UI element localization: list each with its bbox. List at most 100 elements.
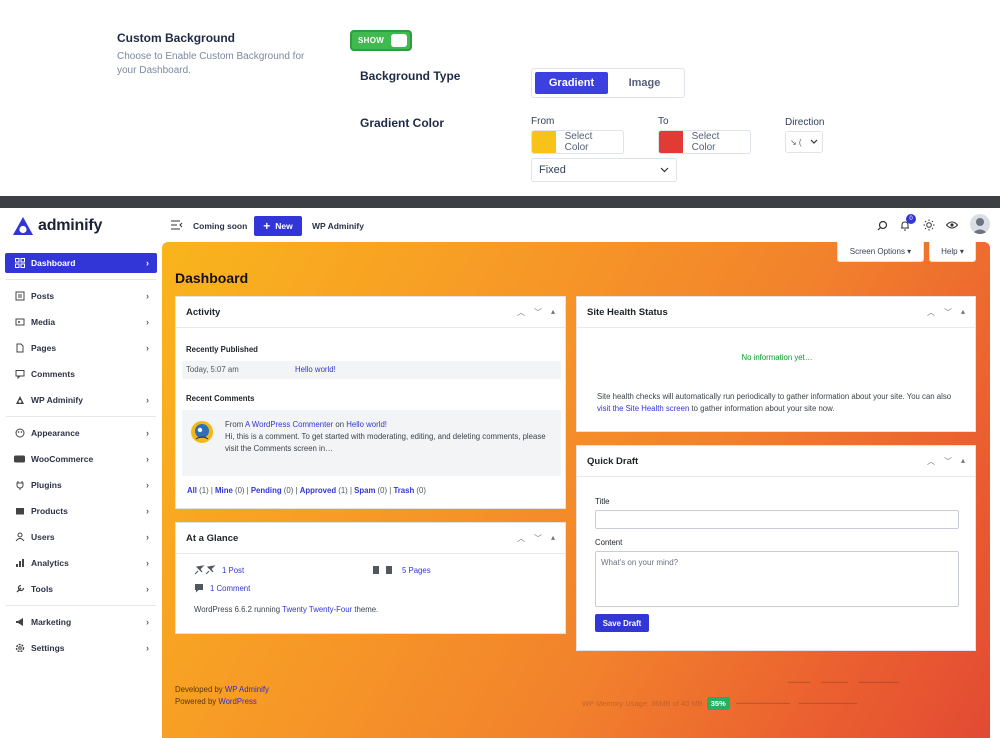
chevron-down-icon xyxy=(810,139,818,144)
sidebar-item-woocommerce[interactable]: WooCommerce › xyxy=(5,449,157,469)
sun-icon[interactable] xyxy=(922,218,936,232)
sidebar-item-posts[interactable]: Posts › xyxy=(5,286,157,306)
chevron-right-icon: › xyxy=(146,506,149,516)
comments-count[interactable]: 1 Comment xyxy=(194,583,250,593)
health-text-after: to gather information about your site no… xyxy=(691,404,835,413)
comment-author-link[interactable]: A WordPress Commenter xyxy=(245,420,333,429)
toggle-panel-icon[interactable]: ▴ xyxy=(961,456,965,467)
new-button[interactable]: + New xyxy=(254,216,302,236)
published-time: Today, 5:07 am xyxy=(186,365,239,374)
custom-background-title: Custom Background xyxy=(117,31,236,45)
filter-spam[interactable]: Spam xyxy=(354,486,375,495)
toggle-panel-icon[interactable]: ▴ xyxy=(961,307,965,318)
site-health-link[interactable]: visit the Site Health screen xyxy=(597,404,689,413)
move-up-icon[interactable]: ︿ xyxy=(517,533,525,544)
search-icon[interactable] xyxy=(875,218,889,232)
developer-link[interactable]: WP Adminify xyxy=(225,685,269,694)
sidebar-item-media[interactable]: Media › xyxy=(5,312,157,332)
products-icon xyxy=(14,506,25,517)
draft-content-textarea[interactable]: What's on your mind? xyxy=(595,551,959,607)
toggle-panel-icon[interactable]: ▴ xyxy=(551,307,555,318)
sidebar-item-label: Users xyxy=(31,532,55,542)
comment-post-link[interactable]: Hello world! xyxy=(346,420,387,429)
activity-widget: Activity ︿ ﹀ ▴ Recently Published Today, 5… xyxy=(175,296,566,509)
published-post-link[interactable]: Hello world! xyxy=(295,365,336,374)
site-name-link[interactable]: WP Adminify xyxy=(312,221,364,231)
filter-count: (1) xyxy=(199,486,209,495)
move-up-icon[interactable]: ︿ xyxy=(927,456,935,467)
widget-controls: ︿ ﹀ ▴ xyxy=(517,533,555,544)
sidebar-item-pages[interactable]: Pages › xyxy=(5,338,157,358)
posts-count[interactable]: 1 Post xyxy=(194,565,244,575)
developed-by-text: Developed by xyxy=(175,685,223,694)
sidebar-item-label: Pages xyxy=(31,343,57,353)
sidebar-item-plugins[interactable]: Plugins › xyxy=(5,475,157,495)
sidebar-item-dashboard[interactable]: Dashboard › xyxy=(5,253,157,273)
show-toggle[interactable]: SHOW xyxy=(350,30,412,51)
sidebar-item-comments[interactable]: Comments xyxy=(5,364,157,384)
recently-published-heading: Recently Published xyxy=(186,345,258,354)
sidebar-item-analytics[interactable]: Analytics › xyxy=(5,553,157,573)
filter-pending[interactable]: Pending xyxy=(251,486,282,495)
move-down-icon[interactable]: ﹀ xyxy=(534,307,542,318)
chevron-right-icon: › xyxy=(146,428,149,438)
filter-count: (1) xyxy=(338,486,348,495)
theme-link[interactable]: Twenty Twenty-Four xyxy=(282,605,352,614)
gradient-option[interactable]: Gradient xyxy=(535,72,608,94)
move-down-icon[interactable]: ﹀ xyxy=(944,456,952,467)
image-option[interactable]: Image xyxy=(608,72,681,94)
comments-link[interactable]: 1 Comment xyxy=(210,584,250,593)
move-down-icon[interactable]: ﹀ xyxy=(944,307,952,318)
glance-header: At a Glance ︿ ﹀ ▴ xyxy=(176,523,565,554)
move-up-icon[interactable]: ︿ xyxy=(927,307,935,318)
to-color-picker[interactable]: Select Color xyxy=(658,130,751,154)
quick-draft-widget: Quick Draft ︿ ﹀ ▴ Title Content What's on … xyxy=(576,445,976,651)
attachment-select[interactable]: Fixed xyxy=(531,158,677,182)
sidebar-item-products[interactable]: Products › xyxy=(5,501,157,521)
sidebar-item-label: Plugins xyxy=(31,480,62,490)
custom-background-settings: Custom Background Choose to Enable Custo… xyxy=(0,0,1000,196)
save-draft-button[interactable]: Save Draft xyxy=(595,614,649,632)
at-a-glance-widget: At a Glance ︿ ﹀ ▴ 1 Post 5 Pages 1 Comment… xyxy=(175,522,566,634)
help-button[interactable]: Help ▾ xyxy=(929,242,976,262)
move-down-icon[interactable]: ﹀ xyxy=(534,533,542,544)
sidebar-item-users[interactable]: Users › xyxy=(5,527,157,547)
sidebar-item-label: WooCommerce xyxy=(31,454,94,464)
filter-mine[interactable]: Mine xyxy=(215,486,233,495)
bell-icon[interactable]: 0 xyxy=(898,214,916,232)
sidebar-item-tools[interactable]: Tools › xyxy=(5,579,157,599)
filter-count: (0) xyxy=(377,486,388,495)
posts-link[interactable]: 1 Post xyxy=(222,566,244,575)
draft-title-input[interactable] xyxy=(595,510,959,529)
collapse-menu-icon[interactable] xyxy=(170,218,184,232)
wordpress-link[interactable]: WordPress xyxy=(218,697,256,706)
avatar[interactable] xyxy=(970,214,990,234)
plus-icon: + xyxy=(263,219,271,233)
move-up-icon[interactable]: ︿ xyxy=(517,307,525,318)
sidebar-item-wp-adminify[interactable]: WP Adminify › xyxy=(5,390,157,410)
memory-usage-text: WP Memory Usage: 36MB of 40 MB xyxy=(582,699,703,708)
sidebar-divider xyxy=(6,416,156,417)
filter-trash[interactable]: Trash xyxy=(393,486,414,495)
eye-icon[interactable] xyxy=(945,218,959,232)
footer-faint-stats: ━━━━━━━━━━━━ ━━━━━━━━━━━━━ xyxy=(733,699,858,708)
sidebar-item-appearance[interactable]: Appearance › xyxy=(5,423,157,443)
pages-count[interactable]: 5 Pages xyxy=(372,565,431,575)
toggle-panel-icon[interactable]: ▴ xyxy=(551,533,555,544)
sidebar-item-marketing[interactable]: Marketing › xyxy=(5,612,157,632)
filter-approved[interactable]: Approved xyxy=(300,486,336,495)
pages-link[interactable]: 5 Pages xyxy=(402,566,431,575)
direction-select[interactable]: ↘ ( xyxy=(785,131,823,153)
sidebar-item-settings[interactable]: Settings › xyxy=(5,638,157,658)
quick-draft-header: Quick Draft ︿ ﹀ ▴ xyxy=(577,446,975,477)
comment-on: on xyxy=(335,420,345,429)
footer-developed: Developed by WP Adminify xyxy=(175,685,269,694)
filter-all[interactable]: All xyxy=(187,486,197,495)
from-color-picker[interactable]: Select Color xyxy=(531,130,624,154)
brand-logo[interactable]: adminify xyxy=(12,216,102,236)
sidebar-divider xyxy=(6,605,156,606)
published-row: Today, 5:07 am Hello world! xyxy=(182,361,561,379)
coming-soon-link[interactable]: Coming soon xyxy=(193,221,247,231)
sidebar-item-label: Appearance xyxy=(31,428,80,438)
screen-options-button[interactable]: Screen Options ▾ xyxy=(837,242,924,262)
